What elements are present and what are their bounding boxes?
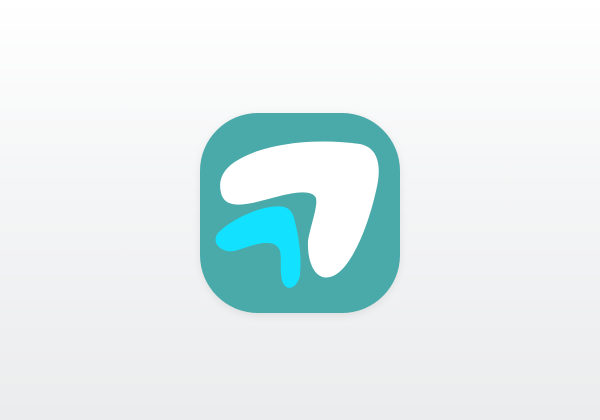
icon-showcase: { "icon": { "name": "boomerang-arrows-ap… xyxy=(0,0,600,420)
app-icon[interactable] xyxy=(200,113,400,313)
